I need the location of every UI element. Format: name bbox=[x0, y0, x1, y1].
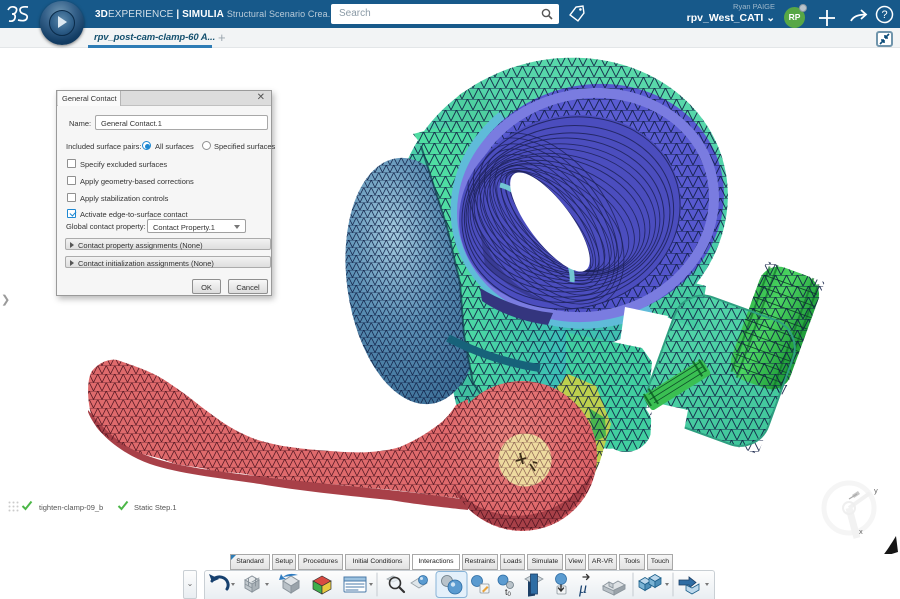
svg-text:μ: μ bbox=[578, 580, 587, 597]
svg-text:y: y bbox=[874, 486, 878, 495]
svg-text:?: ? bbox=[881, 9, 887, 21]
svg-text:x: x bbox=[859, 527, 863, 536]
